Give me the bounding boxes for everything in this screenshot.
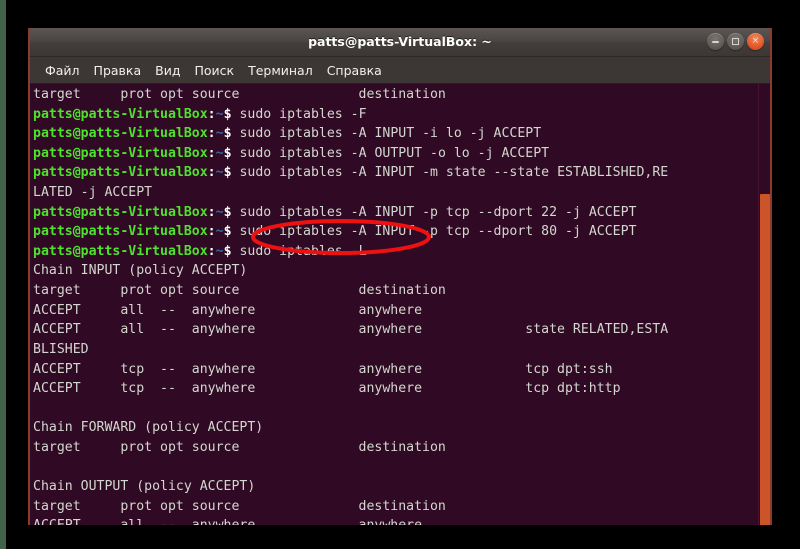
terminal-command-line: patts@patts-VirtualBox:~$ sudo iptables … xyxy=(33,124,756,144)
menu-item-file[interactable]: Файл xyxy=(38,61,87,80)
terminal-window: patts@patts-VirtualBox: ~ × Файл Правка … xyxy=(28,28,772,525)
minimize-button[interactable] xyxy=(707,33,724,50)
terminal-command-text: sudo iptables -A INPUT -i lo -j ACCEPT xyxy=(239,126,542,142)
minimize-icon xyxy=(712,40,719,43)
terminal-command-text: sudo iptables -A INPUT -p tcp --dport 22… xyxy=(239,204,637,220)
terminal-command-line: patts@patts-VirtualBox:~$ sudo iptables … xyxy=(33,163,756,183)
prompt-path: ~ xyxy=(215,243,224,259)
desktop-background-strip xyxy=(0,0,6,549)
prompt-colon: : xyxy=(207,165,216,181)
terminal-scrollbar[interactable] xyxy=(758,84,770,525)
prompt-path: ~ xyxy=(215,165,224,181)
terminal-output-line: target prot opt source destination xyxy=(33,439,446,455)
terminal-output-line: ACCEPT all -- anywhere anywhere xyxy=(33,302,423,318)
terminal-command-text: sudo iptables -L xyxy=(239,243,367,259)
prompt-path: ~ xyxy=(215,106,224,122)
maximize-button[interactable] xyxy=(727,33,744,50)
prompt-path: ~ xyxy=(215,145,224,161)
terminal-output-line: target prot opt source destination xyxy=(33,283,446,299)
prompt-user: patts@patts-VirtualBox xyxy=(33,224,208,240)
window-titlebar[interactable]: patts@patts-VirtualBox: ~ × xyxy=(30,28,770,57)
prompt-user: patts@patts-VirtualBox xyxy=(33,204,208,220)
menu-item-help[interactable]: Справка xyxy=(320,61,389,80)
terminal-command-text: sudo iptables -A INPUT -m state --state … xyxy=(239,165,669,181)
terminal-command-line: patts@patts-VirtualBox:~$ sudo iptables … xyxy=(33,222,756,242)
menu-item-edit[interactable]: Правка xyxy=(87,61,149,80)
prompt-colon: : xyxy=(207,243,216,259)
terminal-output-line: ACCEPT all -- anywhere anywhere state RE… xyxy=(33,322,669,338)
prompt-sigil: $ xyxy=(223,165,232,181)
terminal-command-text: sudo iptables -A OUTPUT -o lo -j ACCEPT xyxy=(239,145,550,161)
terminal-output-line: Chain FORWARD (policy ACCEPT) xyxy=(33,420,264,436)
terminal-body[interactable]: target prot opt source destination patts@… xyxy=(30,84,770,525)
terminal-output-line: BLISHED xyxy=(33,341,89,357)
terminal-command-line: patts@patts-VirtualBox:~$ sudo iptables … xyxy=(33,242,756,262)
prompt-colon: : xyxy=(207,204,216,220)
prompt-colon: : xyxy=(207,145,216,161)
prompt-user: patts@patts-VirtualBox xyxy=(33,165,208,181)
prompt-colon: : xyxy=(207,224,216,240)
terminal-output-line: ACCEPT all -- anywhere anywhere xyxy=(33,516,756,525)
scrollbar-thumb[interactable] xyxy=(760,194,770,525)
terminal-command-line: patts@patts-VirtualBox:~$ sudo iptables … xyxy=(33,105,756,125)
terminal-command-text: sudo iptables -F xyxy=(239,106,367,122)
prompt-user: patts@patts-VirtualBox xyxy=(33,126,208,142)
terminal-command-line: patts@patts-VirtualBox:~$ sudo iptables … xyxy=(33,203,756,223)
menu-item-terminal[interactable]: Терминал xyxy=(241,61,320,80)
prompt-sigil: $ xyxy=(223,106,232,122)
prompt-user: patts@patts-VirtualBox xyxy=(33,106,208,122)
terminal-output: target prot opt source destination patts@… xyxy=(33,85,756,525)
prompt-sigil: $ xyxy=(223,145,232,161)
menu-item-search[interactable]: Поиск xyxy=(187,61,241,80)
prompt-path: ~ xyxy=(215,126,224,142)
terminal-output-line: LATED -j ACCEPT xyxy=(33,185,153,201)
prompt-colon: : xyxy=(207,126,216,142)
terminal-output-line: target prot opt source destination xyxy=(33,498,446,514)
close-button[interactable]: × xyxy=(747,33,764,50)
prompt-path: ~ xyxy=(215,224,224,240)
menu-bar: Файл Правка Вид Поиск Терминал Справка xyxy=(30,57,770,84)
terminal-output-line: ACCEPT tcp -- anywhere anywhere tcp dpt:… xyxy=(33,361,613,377)
terminal-output-line: Chain OUTPUT (policy ACCEPT) xyxy=(33,479,256,495)
window-controls: × xyxy=(707,33,764,50)
prompt-sigil: $ xyxy=(223,224,232,240)
terminal-command-line: patts@patts-VirtualBox:~$ sudo iptables … xyxy=(33,144,756,164)
prompt-path: ~ xyxy=(215,204,224,220)
menu-item-view[interactable]: Вид xyxy=(148,61,187,80)
terminal-output-line: target prot opt source destination xyxy=(33,87,446,102)
screenshot-root: patts@patts-VirtualBox: ~ × Файл Правка … xyxy=(0,0,800,549)
prompt-colon: : xyxy=(207,106,216,122)
prompt-user: patts@patts-VirtualBox xyxy=(33,145,208,161)
prompt-sigil: $ xyxy=(223,243,232,259)
prompt-sigil: $ xyxy=(223,126,232,142)
prompt-sigil: $ xyxy=(223,204,232,220)
terminal-output-line: ACCEPT tcp -- anywhere anywhere tcp dpt:… xyxy=(33,381,621,397)
terminal-output-line: Chain INPUT (policy ACCEPT) xyxy=(33,263,248,279)
maximize-icon xyxy=(732,38,739,45)
terminal-command-text: sudo iptables -A INPUT -p tcp --dport 80… xyxy=(239,224,637,240)
window-title: patts@patts-VirtualBox: ~ xyxy=(308,34,492,49)
prompt-user: patts@patts-VirtualBox xyxy=(33,243,208,259)
close-icon: × xyxy=(751,36,760,46)
